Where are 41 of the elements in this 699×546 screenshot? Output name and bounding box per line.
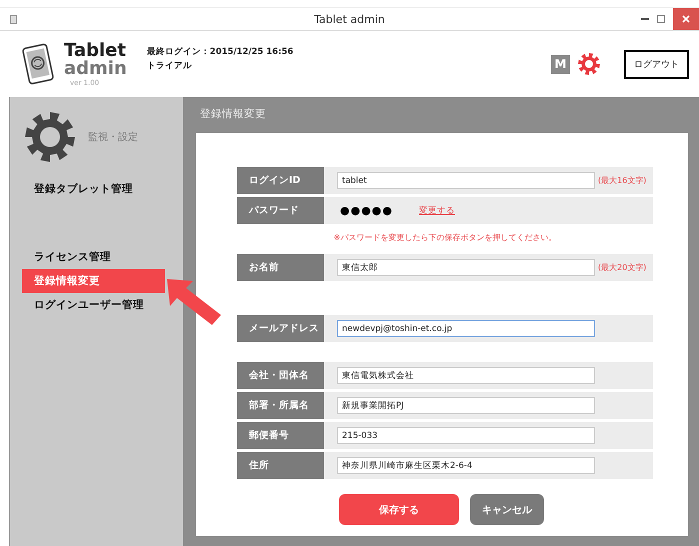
length-hint: (最大20文字) [598, 262, 646, 273]
sidebar-item[interactable]: ログインユーザー管理 [22, 293, 165, 317]
field-label: 部署・所属名 [237, 392, 324, 419]
length-hint: (最大16文字) [598, 175, 646, 186]
input-field[interactable]: 東信太郎 [337, 259, 595, 276]
app-icon [10, 14, 17, 24]
password-mask: ●●●●● [340, 204, 393, 217]
page-heading: 登録情報変更 [199, 107, 267, 122]
field-label: 郵便番号 [237, 422, 324, 449]
password-note: ※パスワードを変更したら下の保存ボタンを押してください。 [332, 232, 558, 244]
input-field[interactable]: 新規事業開拓PJ [337, 397, 595, 414]
last-login-text: 最終ログイン：2015/12/25 16:56 [146, 46, 294, 58]
gear-icon [24, 111, 76, 163]
window-title: Tablet admin [314, 12, 385, 26]
sidebar-item[interactable]: ライセンス管理 [22, 245, 165, 269]
field-label: お名前 [237, 254, 324, 281]
field-label: 会社・団体名 [237, 362, 324, 389]
sidebar-item[interactable]: 登録タブレット管理 [22, 177, 165, 201]
input-field[interactable]: 東信電気株式会社 [337, 367, 595, 384]
field-label: 住所 [237, 452, 324, 479]
input-field[interactable]: 215-033 [337, 427, 595, 444]
close-icon [682, 15, 690, 23]
field-label: パスワード [237, 197, 324, 224]
settings-icon[interactable] [578, 53, 600, 75]
input-field[interactable]: newdevpj@toshin-et.co.jp [337, 320, 595, 337]
section-title: 監視・設定 [88, 130, 138, 144]
field-label: ログインID [237, 167, 324, 194]
field-label: メールアドレス [237, 315, 324, 342]
pointer-arrow [167, 279, 221, 325]
cancel-button[interactable]: キャンセル [470, 494, 544, 525]
input-field[interactable]: 神奈川県川崎市麻生区栗木2-6-4 [337, 457, 595, 474]
input-field[interactable]: tablet [337, 172, 595, 189]
close-button[interactable] [673, 8, 699, 30]
save-button[interactable]: 保存する [339, 494, 459, 525]
logout-button[interactable]: ログアウト [624, 50, 689, 78]
plan-label: トライアル [146, 60, 193, 72]
logo-subtitle: admin [64, 60, 127, 78]
minimize-icon[interactable] [641, 17, 649, 21]
maximize-icon[interactable] [657, 15, 665, 23]
sidebar-item[interactable]: 登録情報変更 [22, 269, 165, 293]
logo-title: Tablet [64, 42, 127, 60]
